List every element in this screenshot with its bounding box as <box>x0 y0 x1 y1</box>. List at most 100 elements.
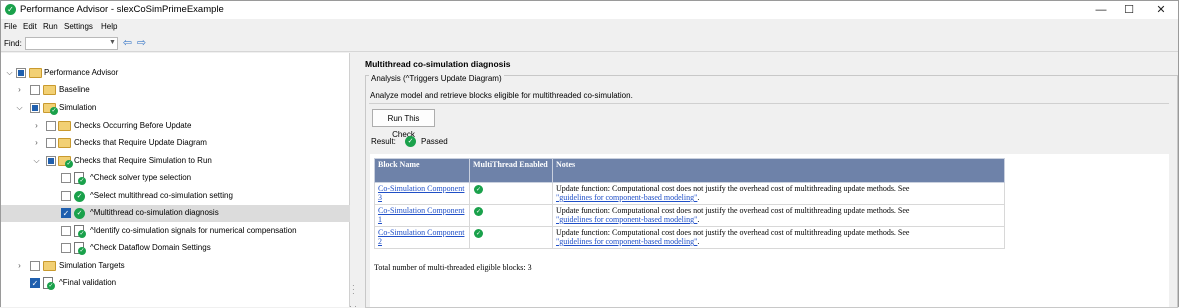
performance-advisor-window: ✓ Performance Advisor - slexCoSimPrimeEx… <box>0 0 1179 308</box>
table-row: Co-Simulation Component 2 ✓ Update funct… <box>374 226 1005 249</box>
menu-bar: File Edit Run Settings Help <box>1 20 1178 34</box>
guidelines-link[interactable]: "guidelines for component-based modeling… <box>556 237 697 246</box>
tree-checkbox[interactable] <box>61 173 71 183</box>
tree-item-select-multithread[interactable]: ✓ ^Select multithread co-simulation sett… <box>1 188 350 205</box>
pass-icon: ✓ <box>474 207 483 216</box>
menu-run[interactable]: Run <box>43 22 58 31</box>
tree-item-performance-advisor[interactable]: ⌵ Performance Advisor <box>1 65 350 82</box>
pass-icon: ✓ <box>474 229 483 238</box>
find-toolbar: Find: ▼ ⇦ ⇨ <box>1 35 1178 52</box>
menu-file[interactable]: File <box>4 22 17 31</box>
results-table: Block Name MultiThread Enabled Notes Co-… <box>374 158 1005 249</box>
tree-label: ^Multithread co-simulation diagnosis <box>90 208 219 217</box>
tree-label: ^Final validation <box>59 278 117 287</box>
block-link[interactable]: Co-Simulation Component 2 <box>378 228 464 246</box>
chevron-down-icon[interactable]: ▼ <box>109 39 116 46</box>
tree-item-checks-require-sim[interactable]: ⌵ Checks that Require Simulation to Run <box>1 153 350 170</box>
check-doc-icon <box>74 172 86 185</box>
tree-label: Simulation <box>59 103 97 112</box>
chevron-right-icon[interactable]: › <box>32 121 41 131</box>
result-value: Passed <box>421 137 448 146</box>
col-header-notes: Notes <box>552 158 1005 183</box>
minimize-button[interactable]: — <box>1086 1 1116 19</box>
back-arrow-icon[interactable]: ⇦ <box>121 37 134 49</box>
col-header-block-name: Block Name <box>374 158 470 183</box>
guidelines-link[interactable]: "guidelines for component-based modeling… <box>556 193 697 202</box>
tree-item-check-dataflow[interactable]: ^Check Dataflow Domain Settings <box>1 240 350 257</box>
find-input[interactable] <box>25 37 118 50</box>
pass-icon: ✓ <box>474 185 483 194</box>
folder-icon <box>29 68 42 78</box>
result-label: Result: <box>371 137 396 146</box>
tree-checkbox[interactable] <box>30 261 40 271</box>
note-text: Update function: Computational cost does… <box>556 206 910 215</box>
tree-checkbox[interactable] <box>46 138 56 148</box>
tree-label: Baseline <box>59 85 90 94</box>
folder-icon <box>43 261 56 271</box>
block-link[interactable]: Co-Simulation Component 3 <box>378 184 464 202</box>
tree-checkbox[interactable] <box>61 226 71 236</box>
tree-label: ^Check Dataflow Domain Settings <box>90 243 211 252</box>
tree-checkbox[interactable] <box>61 191 71 201</box>
forward-arrow-icon[interactable]: ⇨ <box>135 37 148 49</box>
tree-item-baseline[interactable]: › Baseline <box>1 82 350 99</box>
check-doc-icon <box>74 242 86 255</box>
block-link[interactable]: Co-Simulation Component 1 <box>378 206 464 224</box>
tree-label: Checks that Require Simulation to Run <box>74 156 212 165</box>
chevron-right-icon[interactable]: › <box>15 261 24 271</box>
tree-label: Performance Advisor <box>44 68 119 77</box>
folder-icon <box>43 103 58 115</box>
note-suffix: . <box>697 193 700 202</box>
pane-splitter[interactable] <box>351 53 355 307</box>
tree-item-final-validation[interactable]: ✓ ^Final validation <box>1 275 350 292</box>
tree-checkbox[interactable] <box>30 85 40 95</box>
chevron-right-icon[interactable]: › <box>32 138 41 148</box>
check-doc-icon <box>43 277 55 290</box>
splitter-grip[interactable]: · · · <box>352 282 355 298</box>
window-title: Performance Advisor - slexCoSimPrimeExam… <box>20 4 224 15</box>
folder-icon <box>58 121 71 131</box>
menu-edit[interactable]: Edit <box>23 22 37 31</box>
tree-checkbox[interactable] <box>61 243 71 253</box>
tree-checkbox[interactable] <box>30 103 40 113</box>
maximize-button[interactable]: ☐ <box>1114 1 1144 19</box>
pass-icon: ✓ <box>74 191 85 202</box>
divider <box>369 103 1169 104</box>
tree-checkbox[interactable] <box>46 156 56 166</box>
tree-checkbox[interactable]: ✓ <box>30 278 40 288</box>
tree-label: Simulation Targets <box>59 261 125 270</box>
total-eligible-blocks: Total number of multi-threaded eligible … <box>374 263 532 272</box>
tree-item-multithread-diagnosis[interactable]: ✓ ✓ ^Multithread co-simulation diagnosis <box>1 205 350 222</box>
title-bar: ✓ Performance Advisor - slexCoSimPrimeEx… <box>1 1 1178 19</box>
table-row: Co-Simulation Component 3 ✓ Update funct… <box>374 182 1005 205</box>
tree-item-simulation[interactable]: ⌵ Simulation <box>1 100 350 117</box>
tree-checkbox[interactable] <box>16 68 26 78</box>
note-suffix: . <box>697 215 700 224</box>
tree-label: ^Check solver type selection <box>90 173 192 182</box>
close-button[interactable]: ✕ <box>1146 1 1176 19</box>
tree-item-check-solver[interactable]: ^Check solver type selection <box>1 170 350 187</box>
chevron-down-icon[interactable]: ⌵ <box>5 68 14 78</box>
tree-item-checks-before-update[interactable]: › Checks Occurring Before Update <box>1 118 350 135</box>
chevron-down-icon[interactable]: ⌵ <box>32 156 41 166</box>
tree-item-identify-signals[interactable]: ^Identify co-simulation signals for nume… <box>1 223 350 240</box>
tree-checkbox[interactable] <box>46 121 56 131</box>
tree-checkbox[interactable]: ✓ <box>61 208 71 218</box>
chevron-right-icon[interactable]: › <box>15 85 24 95</box>
menu-settings[interactable]: Settings <box>64 22 93 31</box>
check-title: Multithread co-simulation diagnosis <box>365 59 511 69</box>
folder-icon <box>58 138 71 148</box>
check-description: Analyze model and retrieve blocks eligib… <box>370 91 633 100</box>
chevron-down-icon[interactable]: ⌵ <box>15 103 24 113</box>
col-header-multithread: MultiThread Enabled <box>469 158 553 183</box>
note-suffix: . <box>697 237 700 246</box>
analysis-group-legend: Analysis (^Triggers Update Diagram) <box>369 74 504 83</box>
tree-label: Checks Occurring Before Update <box>74 121 192 130</box>
tree-label: ^Identify co-simulation signals for nume… <box>90 226 297 235</box>
tree-item-checks-require-update[interactable]: › Checks that Require Update Diagram <box>1 135 350 152</box>
guidelines-link[interactable]: "guidelines for component-based modeling… <box>556 215 697 224</box>
tree-item-simulation-targets[interactable]: › Simulation Targets <box>1 258 350 275</box>
table-header-row: Block Name MultiThread Enabled Notes <box>374 158 1005 183</box>
menu-help[interactable]: Help <box>101 22 117 31</box>
run-this-check-button[interactable]: Run This Check <box>372 109 435 139</box>
